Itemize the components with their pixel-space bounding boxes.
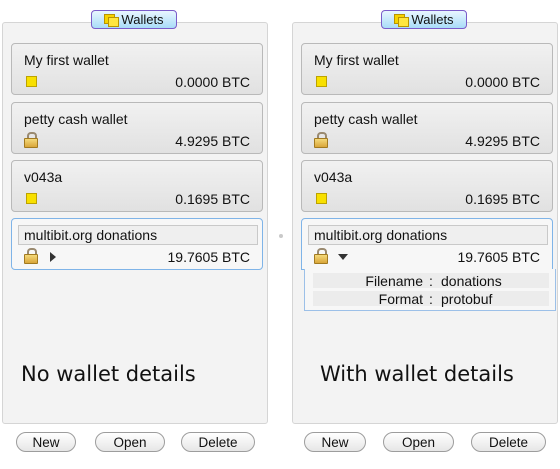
- wallets-icon: [394, 14, 410, 27]
- delete-wallet-button[interactable]: Delete: [471, 432, 546, 452]
- caption-text: With wallet details: [320, 362, 514, 386]
- detail-label: Format: [378, 291, 423, 307]
- wallets-title-tab[interactable]: Wallets: [381, 10, 467, 29]
- wallet-balance: 0.0000 BTC: [465, 74, 540, 90]
- wallet-item[interactable]: v043a 0.1695 BTC: [301, 160, 553, 212]
- lock-icon: [314, 132, 328, 148]
- wallet-balance: 4.9295 BTC: [465, 133, 540, 149]
- wallet-name: v043a: [314, 169, 353, 185]
- open-wallet-button[interactable]: Open: [95, 432, 165, 452]
- disclosure-right-icon[interactable]: [50, 252, 56, 262]
- coin-icon: [316, 76, 327, 87]
- detail-label: Filename: [365, 273, 423, 289]
- lock-icon: [24, 132, 38, 148]
- wallet-item[interactable]: v043a 0.1695 BTC: [11, 160, 263, 212]
- wallet-name: My first wallet: [314, 52, 399, 68]
- detail-row-filename: Filename : donations: [313, 273, 549, 289]
- wallet-name: multibit.org donations: [24, 227, 158, 243]
- lock-icon: [314, 248, 328, 264]
- wallets-title: Wallets: [121, 12, 164, 27]
- wallet-name: v043a: [24, 169, 63, 185]
- wallet-balance: 19.7605 BTC: [167, 249, 251, 265]
- wallet-balance: 0.0000 BTC: [175, 74, 250, 90]
- caption-text: No wallet details: [21, 362, 196, 386]
- wallet-item-selected[interactable]: multibit.org donations 19.7605 BTC: [301, 218, 553, 270]
- wallet-item[interactable]: petty cash wallet 4.9295 BTC: [11, 102, 263, 154]
- coin-icon: [316, 193, 327, 204]
- wallet-item[interactable]: My first wallet 0.0000 BTC: [301, 43, 553, 95]
- wallet-name: petty cash wallet: [24, 111, 128, 127]
- wallet-balance: 0.1695 BTC: [175, 191, 250, 207]
- wallet-balance: 19.7605 BTC: [457, 249, 541, 265]
- detail-separator: :: [429, 273, 433, 289]
- wallet-balance: 0.1695 BTC: [465, 191, 540, 207]
- wallets-title: Wallets: [411, 12, 454, 27]
- delete-wallet-button[interactable]: Delete: [181, 432, 255, 452]
- wallet-item-selected[interactable]: multibit.org donations 19.7605 BTC: [11, 218, 263, 270]
- wallets-panel-left: Wallets My first wallet 0.0000 BTC petty…: [0, 0, 270, 469]
- coin-icon: [26, 76, 37, 87]
- wallets-title-tab[interactable]: Wallets: [91, 10, 177, 29]
- new-wallet-button[interactable]: New: [16, 432, 76, 452]
- detail-value: protobuf: [441, 291, 493, 307]
- disclosure-down-icon[interactable]: [338, 254, 348, 260]
- open-wallet-button[interactable]: Open: [383, 432, 454, 452]
- lock-icon: [24, 248, 38, 264]
- wallet-balance: 4.9295 BTC: [175, 133, 250, 149]
- wallet-details: Filename : donations Format : protobuf: [304, 269, 556, 311]
- detail-value: donations: [441, 273, 502, 289]
- detail-row-format: Format : protobuf: [313, 291, 549, 307]
- wallets-panel-right: Wallets My first wallet 0.0000 BTC petty…: [290, 0, 560, 469]
- wallet-name: My first wallet: [24, 52, 109, 68]
- wallet-name: multibit.org donations: [314, 227, 448, 243]
- wallet-name: petty cash wallet: [314, 111, 418, 127]
- wallet-item[interactable]: My first wallet 0.0000 BTC: [11, 43, 263, 95]
- splitter-handle[interactable]: [279, 234, 283, 238]
- wallet-item[interactable]: petty cash wallet 4.9295 BTC: [301, 102, 553, 154]
- new-wallet-button[interactable]: New: [304, 432, 366, 452]
- coin-icon: [26, 193, 37, 204]
- wallets-icon: [104, 14, 120, 27]
- detail-separator: :: [429, 291, 433, 307]
